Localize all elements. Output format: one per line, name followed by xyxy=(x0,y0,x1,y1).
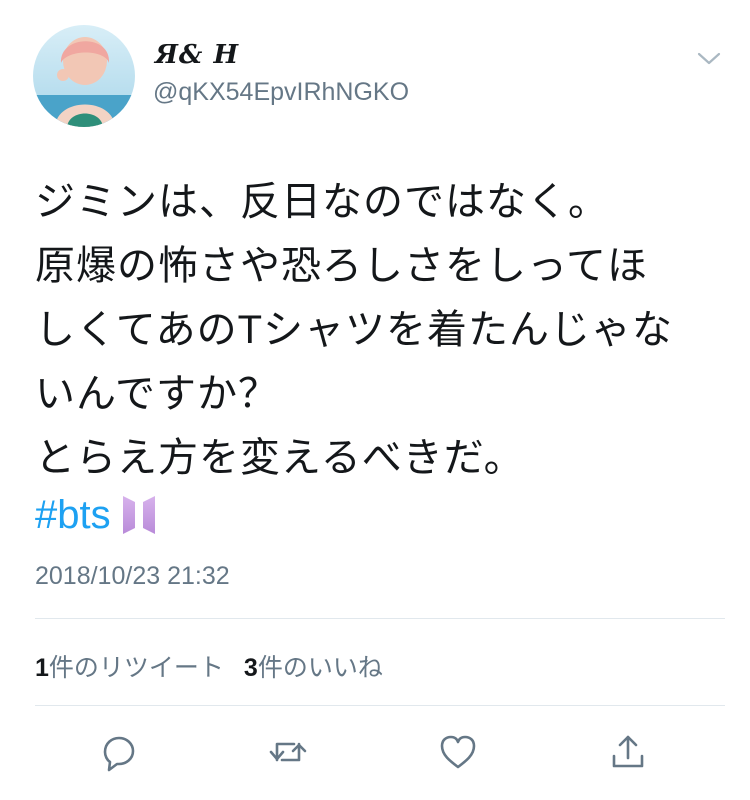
chevron-down-icon[interactable] xyxy=(696,47,722,69)
user-handle[interactable]: @qKX54EpvIRhNGKO xyxy=(153,78,409,107)
display-name[interactable]: Я& H xyxy=(155,40,239,70)
tweet-line: とらえ方を変えるべきだ。 xyxy=(35,436,525,480)
divider xyxy=(35,618,725,619)
hashtag-link[interactable]: #bts xyxy=(35,493,111,538)
tweet-line: ジミンは、反日なのではなく。 xyxy=(35,180,609,224)
like-icon[interactable] xyxy=(436,730,480,774)
bts-logo-emoji xyxy=(122,496,155,534)
like-count[interactable]: 3 xyxy=(244,654,258,683)
tweet-stats: 1 件のリツイート 3 件のいいね xyxy=(35,648,403,684)
like-label[interactable]: 件のいいね xyxy=(258,648,383,684)
retweet-icon[interactable] xyxy=(266,730,310,774)
tweet-line: しくてあのTシャツを着たんじゃな xyxy=(35,308,674,352)
avatar-image xyxy=(33,25,135,127)
tweet-text: ジミンは、反日なのではなく。 原爆の怖さや恐ろしさをしってほ しくてあのTシャツ… xyxy=(35,170,725,490)
tweet-line: 原爆の怖さや恐ろしさをしってほ xyxy=(35,244,648,288)
divider xyxy=(35,705,725,706)
retweet-count[interactable]: 1 xyxy=(35,654,49,683)
hashtag-row: #bts xyxy=(35,490,159,540)
share-icon[interactable] xyxy=(606,730,650,774)
timestamp[interactable]: 2018/10/23 21:32 xyxy=(35,562,230,591)
avatar[interactable] xyxy=(33,25,135,127)
tweet-line: いんですか？ xyxy=(35,372,279,416)
retweet-label[interactable]: 件のリツイート xyxy=(49,648,224,684)
reply-icon[interactable] xyxy=(96,730,140,774)
